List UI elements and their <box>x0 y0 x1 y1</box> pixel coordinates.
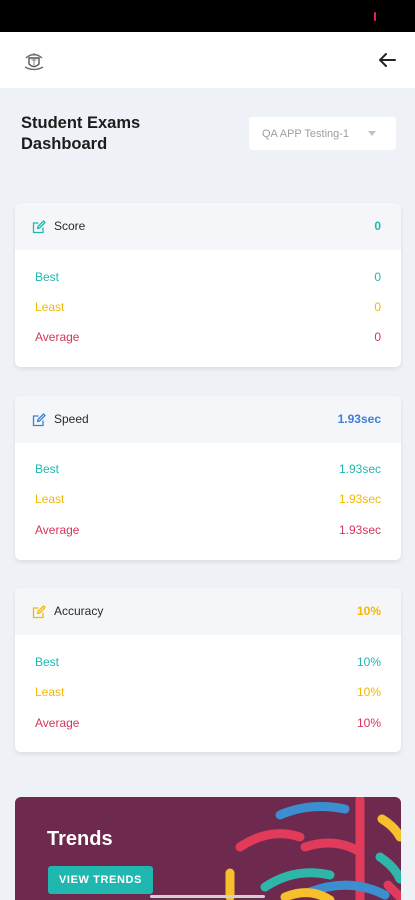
page-title: Student Exams Dashboard <box>21 114 141 153</box>
trends-banner: Trends VIEW TRENDS <box>15 797 401 900</box>
accuracy-best-value: 10% <box>356 655 381 669</box>
score-card-title: Score <box>54 219 86 233</box>
accuracy-card: Accuracy 10% Best 10% Least 10% Average … <box>15 588 401 752</box>
speed-card-header: Speed 1.93sec <box>15 396 401 443</box>
score-average-label: Average <box>35 330 80 344</box>
trends-pattern-graphic <box>225 797 401 900</box>
score-best-value: 0 <box>374 270 381 284</box>
caret-down-icon <box>368 131 376 136</box>
score-least-row: Least 0 <box>35 300 381 316</box>
speed-average-label: Average <box>35 523 80 537</box>
speed-card: Speed 1.93sec Best 1.93sec Least 1.93sec… <box>15 396 401 560</box>
score-least-value: 0 <box>374 300 381 314</box>
score-card: Score 0 Best 0 Least 0 Average 0 <box>15 203 401 367</box>
accuracy-average-row: Average 10% <box>35 716 381 732</box>
trends-title: Trends <box>47 828 113 850</box>
accuracy-average-value: 10% <box>356 716 381 730</box>
score-average-value: 0 <box>374 330 381 344</box>
back-button[interactable] <box>375 48 399 72</box>
edit-icon <box>32 220 46 234</box>
speed-card-title: Speed <box>54 412 89 426</box>
speed-average-value: 1.93sec <box>338 523 381 537</box>
accuracy-least-value: 10% <box>356 685 381 699</box>
test-select-value: QA APP Testing-1 <box>262 127 350 140</box>
speed-best-value: 1.93sec <box>338 462 381 476</box>
score-card-value: 0 <box>374 219 381 233</box>
score-card-header: Score 0 <box>15 203 401 250</box>
view-trends-button[interactable]: VIEW TRENDS <box>48 866 153 894</box>
edit-icon <box>32 605 46 619</box>
test-select-dropdown[interactable]: QA APP Testing-1 <box>249 117 396 150</box>
speed-best-row: Best 1.93sec <box>35 462 381 478</box>
score-best-row: Best 0 <box>35 270 381 286</box>
edit-icon <box>32 413 46 427</box>
school-crest-icon <box>24 53 44 71</box>
accuracy-best-row: Best 10% <box>35 655 381 671</box>
accuracy-card-title: Accuracy <box>54 604 104 618</box>
speed-least-value: 1.93sec <box>338 492 381 506</box>
speed-average-row: Average 1.93sec <box>35 523 381 539</box>
accuracy-least-row: Least 10% <box>35 685 381 701</box>
score-least-label: Least <box>35 300 65 314</box>
app-header <box>0 32 415 88</box>
speed-best-label: Best <box>35 462 60 476</box>
accuracy-average-label: Average <box>35 716 80 730</box>
accuracy-card-value: 10% <box>356 604 381 618</box>
accuracy-best-label: Best <box>35 655 60 669</box>
score-average-row: Average 0 <box>35 330 381 346</box>
status-indicator <box>374 12 376 21</box>
accuracy-least-label: Least <box>35 685 65 699</box>
status-bar <box>0 0 415 32</box>
speed-least-row: Least 1.93sec <box>35 492 381 508</box>
speed-least-label: Least <box>35 492 65 506</box>
accuracy-card-header: Accuracy 10% <box>15 588 401 635</box>
score-best-label: Best <box>35 270 60 284</box>
speed-card-value: 1.93sec <box>337 412 381 426</box>
home-indicator[interactable] <box>150 895 265 898</box>
